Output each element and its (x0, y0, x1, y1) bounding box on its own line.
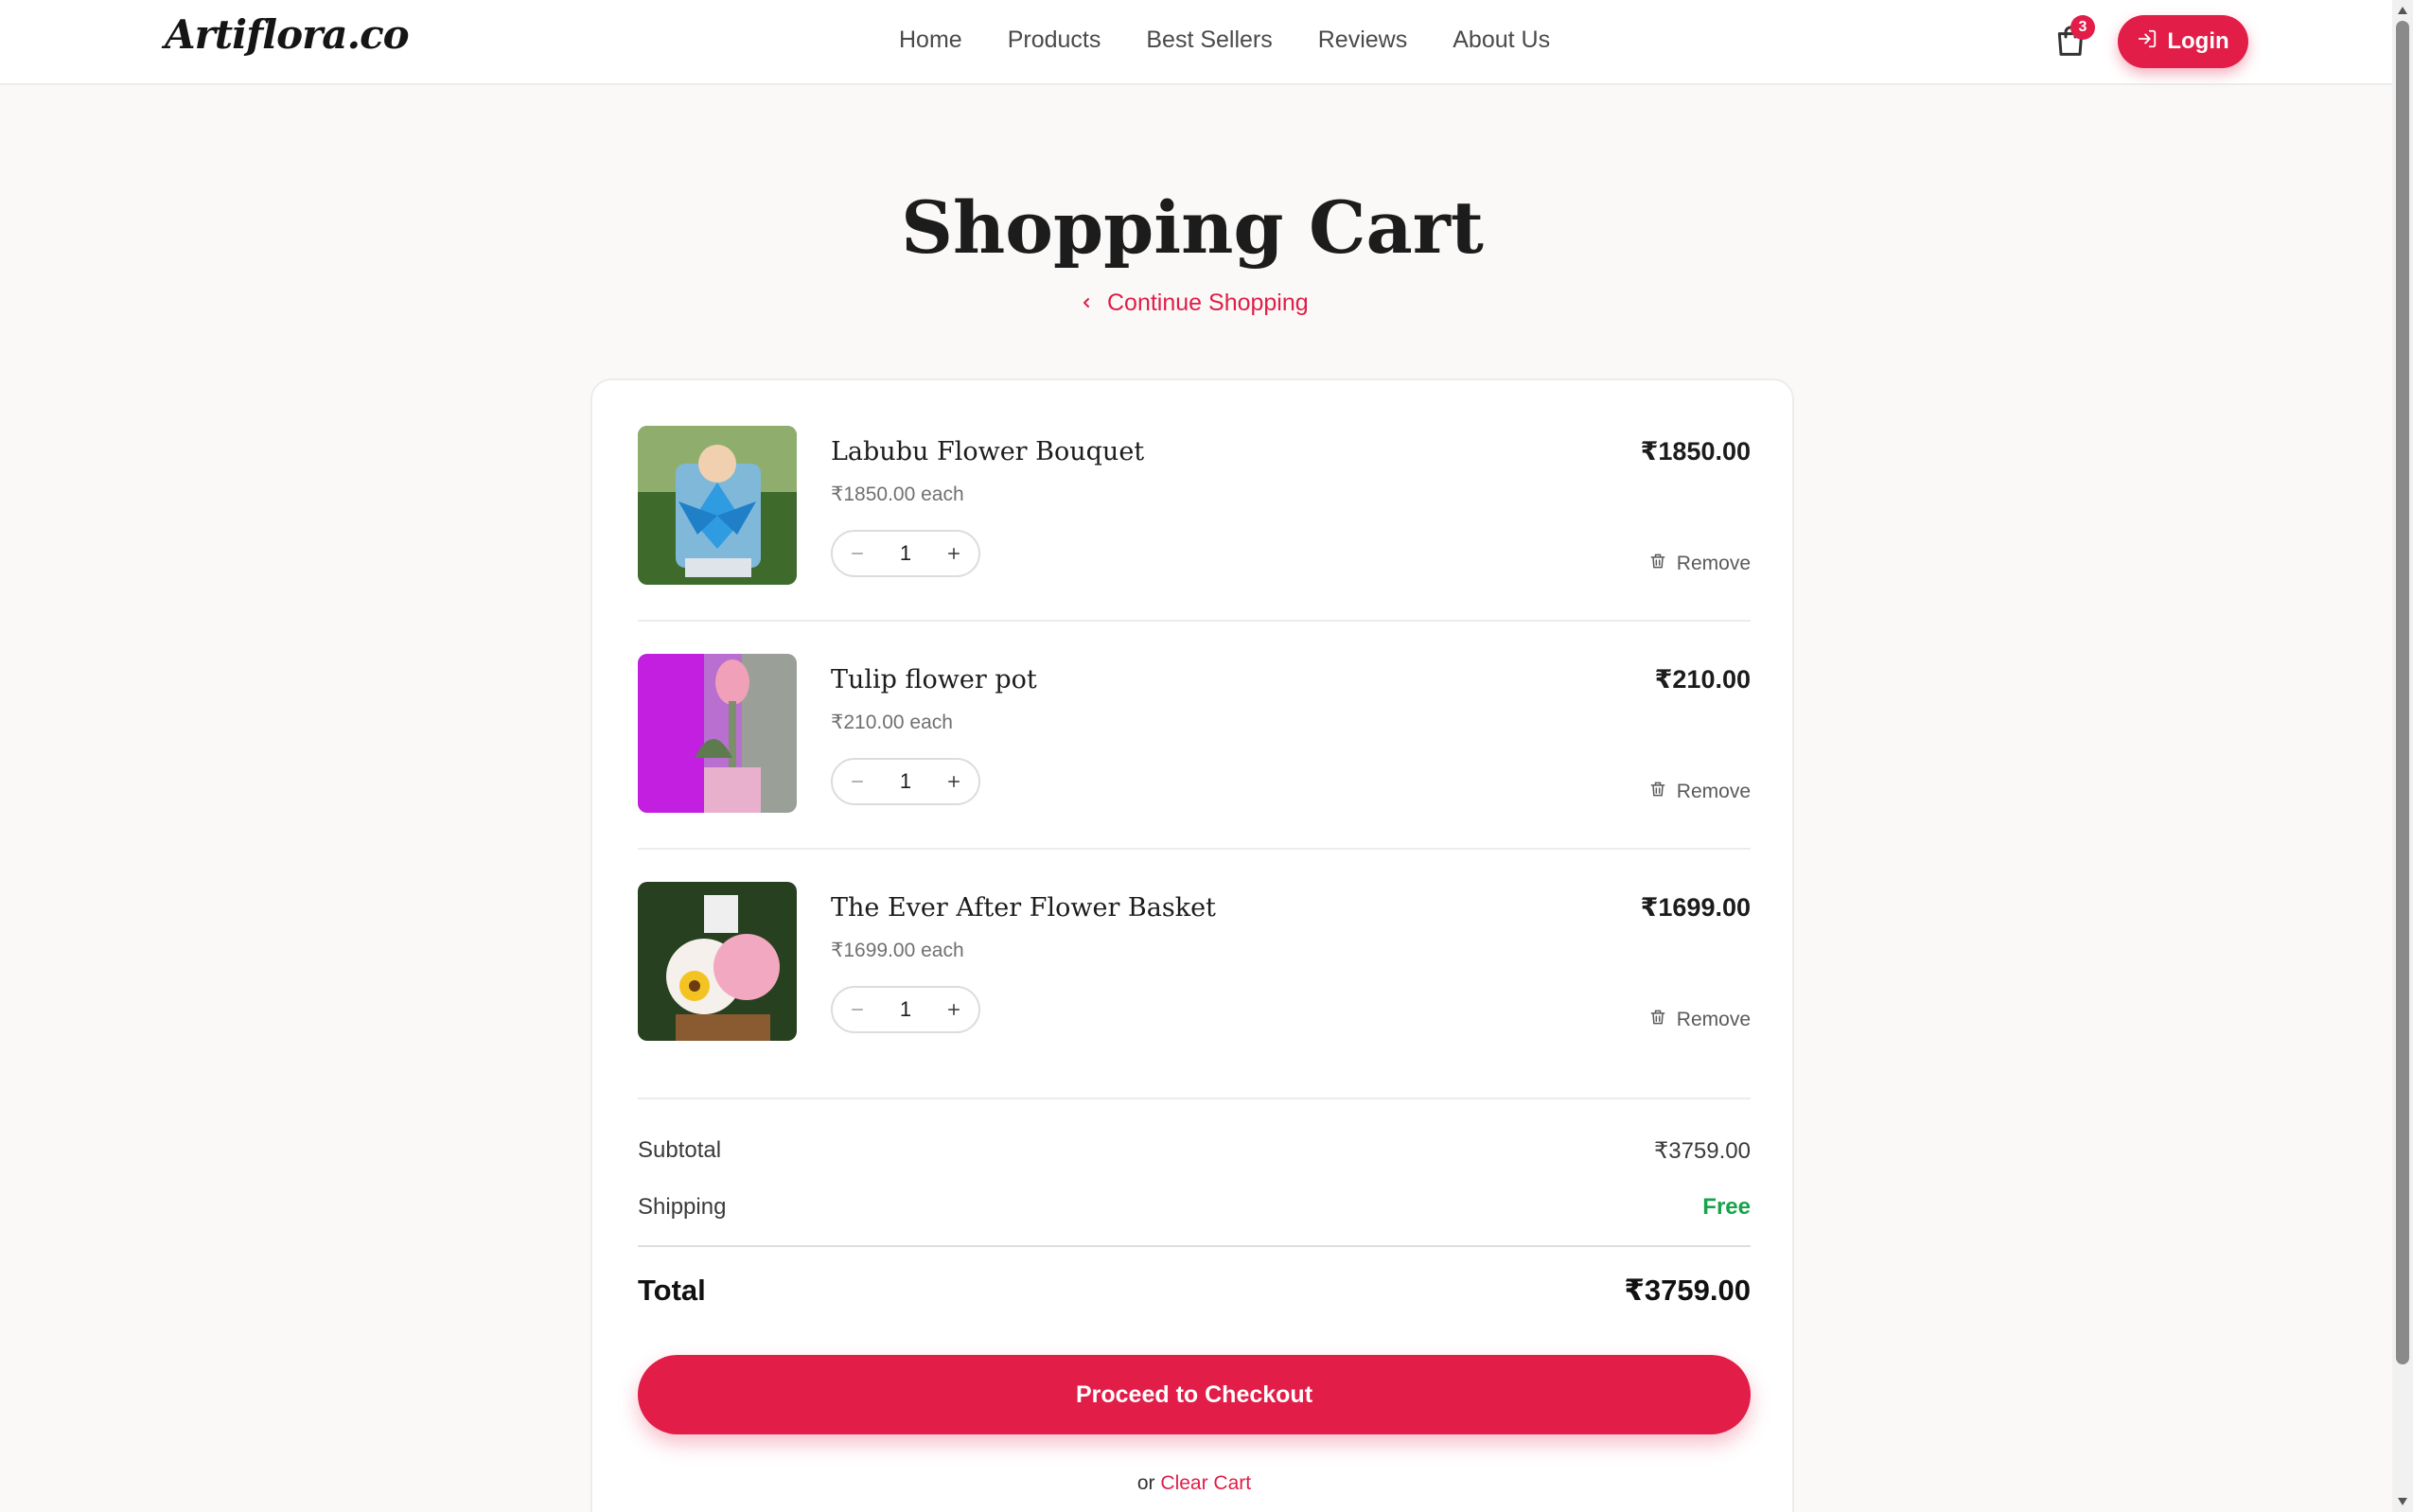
quantity-value: 1 (899, 541, 912, 565)
trash-icon (1648, 1007, 1667, 1033)
cart-item: The Ever After Flower Basket ₹1699.00 ea… (638, 836, 1751, 1064)
remove-button[interactable]: Remove (1648, 551, 1751, 577)
nav-products[interactable]: Products (1008, 26, 1101, 54)
subtotal-value: ₹3759.00 (1653, 1138, 1751, 1164)
login-icon (2137, 28, 2158, 56)
subtotal-row: Subtotal ₹3759.00 (638, 1137, 1751, 1165)
page-title: Shopping Cart (901, 185, 1484, 270)
nav-about-us[interactable]: About Us (1453, 26, 1550, 54)
total-label: Total (638, 1274, 706, 1307)
product-image[interactable] (638, 654, 797, 813)
or-text: or (1136, 1472, 1155, 1494)
login-button[interactable]: Login (2118, 15, 2248, 68)
unit-price: ₹1850.00 each (831, 483, 964, 505)
remove-button[interactable]: Remove (1648, 1007, 1751, 1033)
remove-button[interactable]: Remove (1648, 779, 1751, 805)
total-divider (638, 1245, 1751, 1247)
page-scrollbar[interactable] (2392, 0, 2413, 1512)
minus-icon[interactable] (846, 770, 869, 793)
unit-price: ₹1699.00 each (831, 940, 964, 961)
chevron-left-icon (1079, 290, 1094, 317)
product-image[interactable] (638, 882, 797, 1041)
cart-count-badge: 3 (2070, 15, 2095, 40)
cart-card: Labubu Flower Bouquet ₹1850.00 each 1 ₹1… (590, 378, 1794, 1512)
proceed-to-checkout-button[interactable]: Proceed to Checkout (638, 1355, 1751, 1434)
site-header: Artiflora.co Home Products Best Sellers … (0, 0, 2392, 85)
remove-label: Remove (1676, 1009, 1751, 1030)
quantity-value: 1 (899, 997, 912, 1021)
minus-icon[interactable] (846, 998, 869, 1021)
clear-cart-link[interactable]: Clear Cart (1160, 1472, 1251, 1494)
shipping-label: Shipping (638, 1194, 727, 1220)
product-name: Labubu Flower Bouquet (831, 437, 1145, 466)
clear-cart-row: or Clear Cart (592, 1472, 1796, 1495)
line-total: ₹210.00 (1654, 665, 1751, 694)
continue-shopping-label: Continue Shopping (1107, 290, 1309, 316)
trash-icon (1648, 779, 1667, 805)
product-image[interactable] (638, 426, 797, 585)
scroll-up-icon[interactable] (2396, 4, 2409, 17)
cart-item: Tulip flower pot ₹210.00 each 1 ₹210.00 … (638, 608, 1751, 835)
plus-icon[interactable] (942, 542, 965, 565)
remove-label: Remove (1676, 781, 1751, 802)
scroll-down-icon[interactable] (2396, 1495, 2409, 1508)
nav-best-sellers[interactable]: Best Sellers (1146, 26, 1272, 54)
remove-label: Remove (1676, 553, 1751, 574)
main-nav: Home Products Best Sellers Reviews About… (899, 26, 1550, 54)
nav-reviews[interactable]: Reviews (1318, 26, 1407, 54)
line-total: ₹1850.00 (1640, 437, 1751, 466)
quantity-stepper: 1 (831, 758, 980, 805)
total-value: ₹3759.00 (1624, 1274, 1751, 1307)
quantity-stepper: 1 (831, 530, 980, 577)
continue-shopping-link[interactable]: Continue Shopping (1079, 290, 1309, 317)
minus-icon[interactable] (846, 542, 869, 565)
total-row: Total ₹3759.00 (638, 1274, 1751, 1308)
login-label: Login (2167, 28, 2229, 54)
unit-price: ₹210.00 each (831, 712, 953, 733)
plus-icon[interactable] (942, 770, 965, 793)
nav-home[interactable]: Home (899, 26, 962, 54)
scrollbar-thumb[interactable] (2396, 21, 2409, 1364)
brand-logo[interactable]: Artiflora.co (165, 11, 410, 58)
line-total: ₹1699.00 (1640, 893, 1751, 922)
quantity-value: 1 (899, 769, 912, 793)
subtotal-label: Subtotal (638, 1137, 722, 1163)
plus-icon[interactable] (942, 998, 965, 1021)
cart-item: Labubu Flower Bouquet ₹1850.00 each 1 ₹1… (638, 380, 1751, 607)
quantity-stepper: 1 (831, 986, 980, 1033)
shipping-row: Shipping Free (638, 1194, 1751, 1221)
product-name: Tulip flower pot (831, 665, 1037, 694)
product-name: The Ever After Flower Basket (831, 893, 1216, 923)
summary-divider (638, 1098, 1751, 1099)
shipping-value: Free (1702, 1194, 1751, 1220)
trash-icon (1648, 551, 1667, 577)
